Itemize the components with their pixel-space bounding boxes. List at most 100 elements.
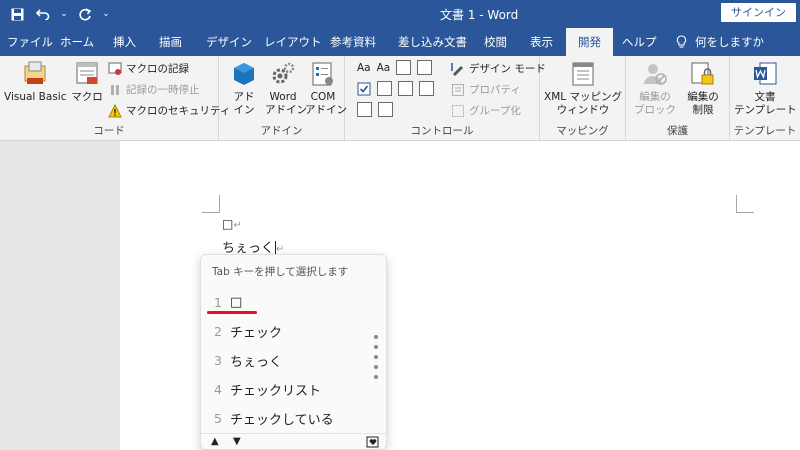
customize-icon: ⌄ bbox=[102, 9, 110, 19]
block-authors-button[interactable]: 編集の ブロック bbox=[632, 60, 678, 117]
macro-icon bbox=[76, 62, 98, 84]
selection-underline bbox=[207, 311, 257, 314]
undo-icon bbox=[36, 9, 50, 20]
group-addins-label: アドイン bbox=[260, 125, 303, 137]
record-macro-icon bbox=[108, 62, 122, 75]
tell-me-box[interactable]: 何をしますか bbox=[676, 28, 764, 56]
expand-candidates-handle[interactable] bbox=[374, 335, 378, 379]
record-macro-button[interactable]: マクロの記録 bbox=[108, 61, 189, 76]
addins-button[interactable]: アド イン bbox=[227, 60, 261, 117]
checkbox-control-icon[interactable] bbox=[357, 82, 371, 96]
group-templates-label: テンプレート bbox=[733, 125, 797, 137]
visual-basic-label: Visual Basic bbox=[4, 91, 67, 103]
tab-insert[interactable]: 挿入 bbox=[113, 28, 136, 56]
group-mapping: XML マッピング ウィンドウ マッピング bbox=[540, 56, 626, 141]
pause-recording-label: 記録の一時停止 bbox=[126, 84, 200, 96]
group-controls: Aa Aa デザイン モード プロパティ グループ化 コントロール bbox=[345, 56, 546, 141]
restrict-editing-button[interactable]: 編集の 制限 bbox=[680, 60, 726, 117]
tab-references[interactable]: 参考資料 bbox=[330, 28, 376, 56]
macro-security-label: マクロのセキュリティ bbox=[126, 105, 231, 117]
document-template-button[interactable]: 文書 テンプレート bbox=[734, 60, 797, 117]
restrict-editing-label-1: 編集の bbox=[687, 91, 719, 103]
dropdown-list-control[interactable] bbox=[398, 81, 413, 96]
properties-label: プロパティ bbox=[469, 84, 521, 96]
page-down-button[interactable]: ▼ bbox=[233, 436, 241, 447]
record-macro-label: マクロの記録 bbox=[126, 63, 189, 75]
title-bar: ⌄ ⌄ 文書 1 - Word サインイン bbox=[0, 0, 800, 28]
xml-mapping-label-1: XML マッピング bbox=[544, 91, 622, 103]
xml-mapping-button[interactable]: XML マッピング ウィンドウ bbox=[544, 60, 622, 117]
ribbon: Visual Basic マクロ マクロの記録 記録の一時停止 マクロのセキュリ… bbox=[0, 56, 800, 141]
repeat-icon bbox=[78, 7, 91, 20]
date-picker-control[interactable] bbox=[419, 81, 434, 96]
group-button[interactable]: グループ化 bbox=[451, 103, 521, 118]
candidate-item[interactable]: 3 ちぇっく bbox=[201, 346, 386, 375]
candidate-item[interactable]: 4 チェックリスト bbox=[201, 375, 386, 404]
redo-button[interactable] bbox=[74, 3, 96, 25]
rich-text-control[interactable]: Aa bbox=[357, 62, 371, 74]
ime-candidate-window: Tab キーを押して選択します 1 □ 2 チェック 3 ちぇっく 4 チェック… bbox=[200, 254, 387, 450]
page-up-button[interactable]: ▲ bbox=[211, 436, 219, 447]
customize-qat-button[interactable]: ⌄ bbox=[100, 3, 112, 25]
save-button[interactable] bbox=[6, 3, 28, 25]
group-templates: 文書 テンプレート テンプレート bbox=[730, 56, 800, 141]
tab-developer[interactable]: 開発 bbox=[566, 28, 613, 56]
candidate-item[interactable]: 5 チェックしている bbox=[201, 404, 386, 433]
xml-mapping-icon bbox=[572, 62, 594, 86]
document-template-label-2: テンプレート bbox=[734, 104, 797, 116]
pause-recording-button[interactable]: 記録の一時停止 bbox=[108, 82, 200, 97]
tab-help[interactable]: ヘルプ bbox=[622, 28, 657, 56]
tab-layout[interactable]: レイアウト bbox=[264, 28, 322, 56]
group-addins: アド イン Word アドイン COM アドイン アドイン bbox=[219, 56, 347, 141]
signin-button[interactable]: サインイン bbox=[721, 3, 796, 22]
addins-label-2: イン bbox=[233, 104, 255, 116]
addin-store-icon bbox=[234, 63, 254, 85]
tab-draw[interactable]: 描画 bbox=[159, 28, 182, 56]
candidate-text: ちぇっく bbox=[230, 355, 283, 370]
tab-review[interactable]: 校閲 bbox=[484, 28, 507, 56]
properties-button[interactable]: プロパティ bbox=[451, 82, 521, 97]
legacy-tools-control[interactable] bbox=[378, 102, 393, 117]
group-mapping-label: マッピング bbox=[556, 125, 609, 137]
tab-view[interactable]: 表示 bbox=[530, 28, 553, 56]
tab-design[interactable]: デザイン bbox=[206, 28, 252, 56]
controls-row-2 bbox=[357, 81, 434, 96]
block-authors-label-1: 編集の bbox=[639, 91, 671, 103]
tab-file[interactable]: ファイル bbox=[7, 28, 53, 56]
xml-mapping-label-2: ウィンドウ bbox=[556, 104, 610, 116]
com-addins-label-1: COM bbox=[310, 91, 336, 103]
undo-dropdown-button[interactable]: ⌄ bbox=[58, 3, 70, 25]
document-line-1[interactable]: □↵ bbox=[222, 217, 242, 231]
candidate-item[interactable]: 2 チェック bbox=[201, 317, 386, 346]
restrict-editing-label-2: 制限 bbox=[692, 104, 714, 116]
picture-control[interactable] bbox=[396, 60, 412, 75]
lock-icon bbox=[691, 62, 714, 85]
undo-button[interactable] bbox=[32, 3, 54, 25]
word-addins-button[interactable]: Word アドイン bbox=[265, 60, 307, 117]
com-addins-label-2: アドイン bbox=[305, 104, 347, 116]
tell-me-label: 何をしますか bbox=[695, 35, 764, 49]
visual-basic-button[interactable]: Visual Basic bbox=[4, 60, 66, 104]
combobox-control[interactable] bbox=[377, 81, 392, 96]
design-mode-button[interactable]: デザイン モード bbox=[451, 61, 546, 76]
gear-icon bbox=[272, 62, 295, 84]
macro-button[interactable]: マクロ bbox=[70, 60, 104, 104]
candidate-number: 3 bbox=[214, 353, 222, 368]
candidate-text: チェックしている bbox=[230, 413, 334, 428]
repeating-section-control[interactable] bbox=[357, 102, 372, 117]
macro-security-button[interactable]: マクロのセキュリティ bbox=[108, 103, 230, 118]
com-addins-button[interactable]: COM アドイン bbox=[305, 60, 347, 117]
dot-icon bbox=[374, 335, 378, 339]
group-protect-label: 保護 bbox=[667, 125, 688, 137]
save-icon bbox=[11, 8, 23, 20]
word-addins-label-1: Word bbox=[269, 91, 297, 103]
checkbox-character: □ bbox=[222, 217, 234, 231]
tab-mailings[interactable]: 差し込み文書 bbox=[398, 28, 467, 56]
plain-text-control[interactable]: Aa bbox=[377, 62, 391, 74]
lightbulb-icon bbox=[676, 35, 687, 48]
block-authors-label-2: ブロック bbox=[634, 104, 676, 116]
emoji-icon[interactable] bbox=[366, 436, 380, 448]
tab-home[interactable]: ホーム bbox=[60, 28, 94, 56]
candidate-number: 4 bbox=[214, 382, 222, 397]
building-block-control[interactable] bbox=[417, 60, 433, 75]
